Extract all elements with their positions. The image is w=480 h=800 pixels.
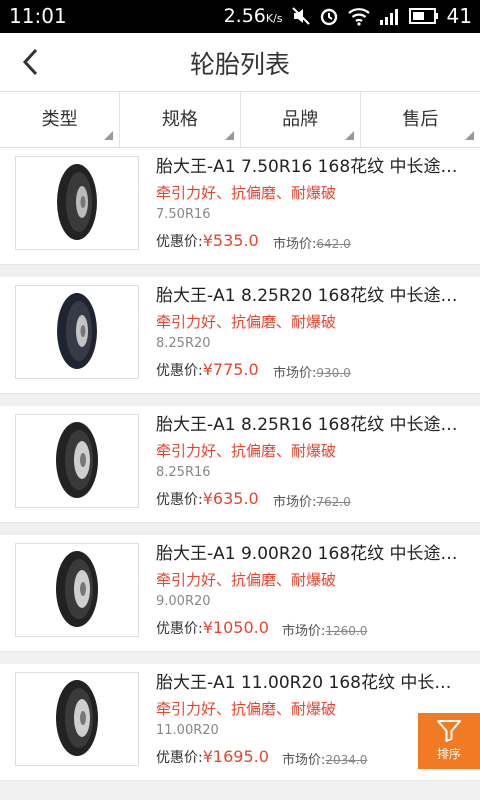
market-price: 市场价:1260.0 xyxy=(282,620,367,639)
product-item[interactable]: 胎大王-A1 8.25R16 168花纹 中长途系... 牵引力好、抗偏磨、耐爆… xyxy=(0,406,480,523)
sort-button[interactable]: 排序 xyxy=(418,713,480,769)
filter-type[interactable]: 类型 xyxy=(0,92,121,147)
product-feature: 牵引力好、抗偏磨、耐爆破 xyxy=(156,313,337,331)
signal-icon xyxy=(379,6,401,26)
market-price-value: 1260.0 xyxy=(325,624,368,638)
market-price-value: 930.0 xyxy=(316,366,351,380)
market-price-label: 市场价: xyxy=(282,624,326,639)
sort-button-label: 排序 xyxy=(436,747,461,761)
mute-icon xyxy=(291,6,311,26)
product-spec: 9.00R20 xyxy=(156,594,211,609)
network-speed-unit: K/s xyxy=(265,12,283,25)
product-item[interactable]: 胎大王-A1 8.25R20 168花纹 中长途系... 牵引力好、抗偏磨、耐爆… xyxy=(0,277,480,394)
market-price: 市场价:930.0 xyxy=(273,362,351,381)
discount-price-label: 优惠价: xyxy=(156,492,203,508)
tire-image xyxy=(56,422,98,498)
dropdown-corner-icon xyxy=(104,131,114,140)
app-header: 轮胎列表 xyxy=(0,33,480,92)
product-spec: 8.25R16 xyxy=(156,465,211,480)
status-bar: 11:01 2.56K/s 41 xyxy=(0,0,480,33)
product-spec: 8.25R20 xyxy=(156,336,211,351)
tire-thumbnail xyxy=(15,543,139,637)
product-list: 胎大王-A1 7.50R16 168花纹 中长途系... 牵引力好、抗偏磨、耐爆… xyxy=(0,148,480,800)
tire-thumbnail xyxy=(15,414,139,508)
filter-brand-label: 品牌 xyxy=(282,109,319,130)
discount-price-label: 优惠价: xyxy=(156,234,203,250)
discount-price-label: 优惠价: xyxy=(156,363,203,379)
filter-after-sales-label: 售后 xyxy=(402,109,439,130)
market-price-label: 市场价: xyxy=(273,366,317,381)
product-item[interactable]: 胎大王-A1 7.50R16 168花纹 中长途系... 牵引力好、抗偏磨、耐爆… xyxy=(0,148,480,265)
dropdown-corner-icon xyxy=(224,131,234,140)
battery-level: 41 xyxy=(446,4,472,28)
product-name: 胎大王-A1 8.25R16 168花纹 中长途系... xyxy=(156,415,466,435)
tire-image xyxy=(57,293,97,369)
discount-price: 优惠价:¥1695.0 xyxy=(156,747,269,767)
market-price: 市场价:2034.0 xyxy=(282,749,367,768)
status-time: 11:01 xyxy=(9,4,67,28)
product-item[interactable]: 胎大王-A1 11.00R20 168花纹 中长途系... 牵引力好、抗偏磨、耐… xyxy=(0,664,480,781)
tire-image xyxy=(56,551,98,627)
product-name: 胎大王-A1 8.25R20 168花纹 中长途系... xyxy=(156,286,466,306)
filter-type-label: 类型 xyxy=(41,109,78,130)
discount-price: 优惠价:¥775.0 xyxy=(156,360,259,380)
wifi-icon xyxy=(347,6,371,26)
market-price: 市场价:642.0 xyxy=(273,233,351,252)
dropdown-corner-icon xyxy=(465,131,474,140)
tire-thumbnail xyxy=(15,285,139,379)
alarm-icon xyxy=(319,6,339,26)
product-name: 胎大王-A1 7.50R16 168花纹 中长途系... xyxy=(156,157,466,177)
discount-price: 优惠价:¥535.0 xyxy=(156,231,259,251)
dropdown-corner-icon xyxy=(344,131,354,140)
discount-price: 优惠价:¥1050.0 xyxy=(156,618,269,638)
battery-icon xyxy=(408,6,439,26)
tire-thumbnail xyxy=(15,156,139,250)
network-speed-value: 2.56 xyxy=(223,5,266,27)
filter-bar: 类型 规格 品牌 售后 xyxy=(0,92,480,148)
filter-brand[interactable]: 品牌 xyxy=(241,92,361,147)
product-feature: 牵引力好、抗偏磨、耐爆破 xyxy=(156,700,337,718)
product-feature: 牵引力好、抗偏磨、耐爆破 xyxy=(156,571,337,589)
market-price-value: 762.0 xyxy=(316,495,351,509)
tire-image xyxy=(57,164,97,240)
discount-price-value: ¥535.0 xyxy=(202,231,259,250)
filter-funnel-icon xyxy=(437,720,461,742)
page-title: 轮胎列表 xyxy=(189,50,290,79)
filter-spec-label: 规格 xyxy=(161,109,198,130)
filter-spec[interactable]: 规格 xyxy=(120,92,241,147)
market-price-value: 2034.0 xyxy=(325,753,368,767)
tire-thumbnail xyxy=(15,672,139,766)
market-price-label: 市场价: xyxy=(273,237,317,252)
network-speed: 2.56K/s xyxy=(224,5,283,27)
market-price-label: 市场价: xyxy=(282,753,326,768)
product-spec: 11.00R20 xyxy=(156,723,219,738)
market-price-value: 642.0 xyxy=(316,237,351,251)
discount-price: 优惠价:¥635.0 xyxy=(156,489,259,509)
discount-price-value: ¥1695.0 xyxy=(202,747,269,766)
market-price: 市场价:762.0 xyxy=(273,491,351,510)
product-feature: 牵引力好、抗偏磨、耐爆破 xyxy=(156,184,337,202)
product-spec: 7.50R16 xyxy=(156,207,211,222)
product-name: 胎大王-A1 9.00R20 168花纹 中长途系... xyxy=(156,544,466,564)
discount-price-label: 优惠价: xyxy=(156,621,203,637)
tire-image xyxy=(56,680,98,756)
status-icons: 2.56K/s 41 xyxy=(224,4,472,28)
discount-price-label: 优惠价: xyxy=(156,750,203,766)
product-item[interactable]: 胎大王-A1 9.00R20 168花纹 中长途系... 牵引力好、抗偏磨、耐爆… xyxy=(0,535,480,652)
market-price-label: 市场价: xyxy=(273,495,317,510)
product-feature: 牵引力好、抗偏磨、耐爆破 xyxy=(156,442,337,460)
filter-after-sales[interactable]: 售后 xyxy=(361,92,480,147)
discount-price-value: ¥635.0 xyxy=(202,489,259,508)
discount-price-value: ¥1050.0 xyxy=(202,618,269,637)
discount-price-value: ¥775.0 xyxy=(202,360,259,379)
product-name: 胎大王-A1 11.00R20 168花纹 中长途系... xyxy=(156,673,466,693)
